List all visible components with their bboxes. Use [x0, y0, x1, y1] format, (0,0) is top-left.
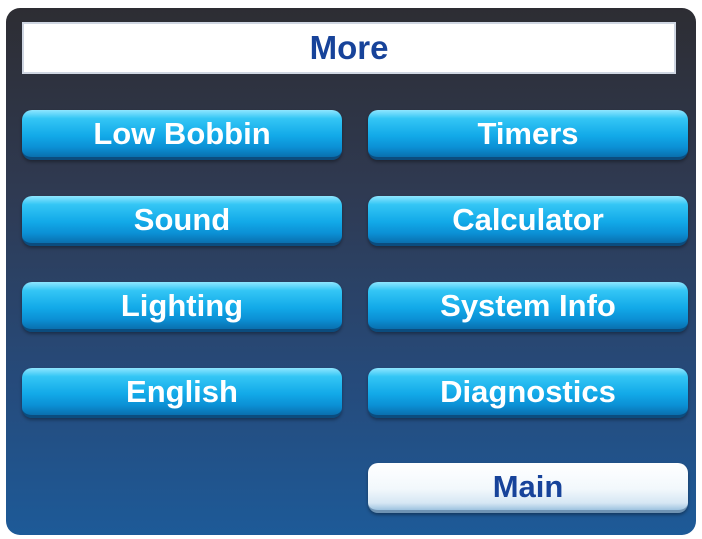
page-title: More — [309, 29, 389, 66]
timers-button[interactable]: Timers — [368, 110, 688, 160]
calculator-button[interactable]: Calculator — [368, 196, 688, 246]
lighting-button[interactable]: Lighting — [22, 282, 342, 332]
low-bobbin-button[interactable]: Low Bobbin — [22, 110, 342, 160]
diagnostics-button[interactable]: Diagnostics — [368, 368, 688, 418]
main-button[interactable]: Main — [368, 463, 688, 513]
system-info-button[interactable]: System Info — [368, 282, 688, 332]
more-screen: More Low Bobbin Timers Sound Calculator … — [6, 8, 696, 535]
language-button[interactable]: English — [22, 368, 342, 418]
sound-button[interactable]: Sound — [22, 196, 342, 246]
title-bar: More — [22, 22, 676, 74]
